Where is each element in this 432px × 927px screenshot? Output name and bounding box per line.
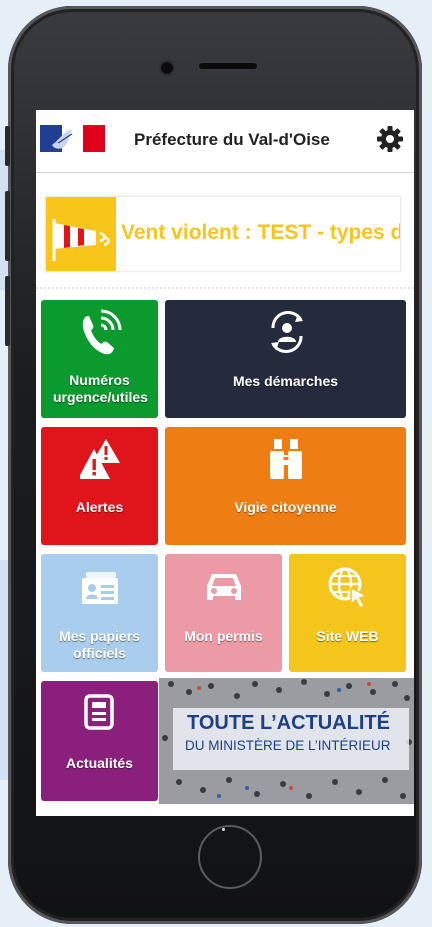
tile-papiers[interactable]: Mes papiers officiels xyxy=(41,554,158,672)
tile-demarches[interactable]: Mes démarches xyxy=(165,300,406,418)
tile-urgence[interactable]: Numéros urgence/utiles xyxy=(41,300,158,418)
alert-banner[interactable]: Vent violent : TEST - types d xyxy=(46,197,400,271)
phone-icon xyxy=(82,309,122,355)
divider xyxy=(36,287,414,289)
tile-vigie[interactable]: Vigie citoyenne xyxy=(165,427,406,545)
tile-label: Vigie citoyenne xyxy=(234,499,337,515)
tile-site-web[interactable]: Site WEB xyxy=(289,554,406,672)
person-sync-icon xyxy=(271,310,303,354)
windsock-icon xyxy=(46,197,116,271)
news-banner-headline: TOUTE L’ACTUALITÉ xyxy=(187,712,390,734)
tile-label: Site WEB xyxy=(316,628,379,644)
status-dot xyxy=(222,828,225,831)
car-icon xyxy=(207,574,241,600)
warning-icon xyxy=(80,439,120,479)
tile-alertes[interactable]: Alertes xyxy=(41,427,158,545)
tile-label: Actualités xyxy=(66,755,133,771)
tile-permis[interactable]: Mon permis xyxy=(165,554,282,672)
tile-actualites[interactable]: Actualités xyxy=(41,681,158,801)
tile-label: Numéros urgence/utiles xyxy=(53,372,148,405)
newspaper-icon xyxy=(84,694,114,730)
tile-label: Mon permis xyxy=(184,628,263,644)
app-screen: Préfecture du Val-d'Oise Vent violent: … xyxy=(36,110,414,816)
tile-label: Alertes xyxy=(75,499,124,515)
news-banner[interactable]: TOUTE L’ACTUALITÉ DU MINISTÈRE DE L’INTÉ… xyxy=(159,678,414,804)
earpiece-speaker xyxy=(199,63,257,69)
tile-label: Mes papiers officiels xyxy=(59,628,140,661)
phone-side-button xyxy=(5,276,10,346)
id-card-icon xyxy=(82,572,118,604)
tile-label: Mes démarches xyxy=(232,373,339,389)
phone-side-button xyxy=(5,126,10,166)
page-title: Préfecture du Val-d'Oise xyxy=(134,130,330,149)
marianne-flag-icon xyxy=(40,125,105,152)
home-button[interactable] xyxy=(198,825,262,889)
binoculars-icon xyxy=(270,439,302,479)
globe-cursor-icon xyxy=(328,567,369,610)
gear-icon[interactable] xyxy=(376,125,404,153)
news-banner-subheadline: DU MINISTÈRE DE L’INTÉRIEUR xyxy=(185,738,391,753)
alert-banner-text: Vent violent : TEST - types d xyxy=(121,221,400,244)
app-header: Préfecture du Val-d'Oise xyxy=(36,110,414,173)
phone-side-button xyxy=(5,191,10,261)
front-camera xyxy=(161,62,173,74)
